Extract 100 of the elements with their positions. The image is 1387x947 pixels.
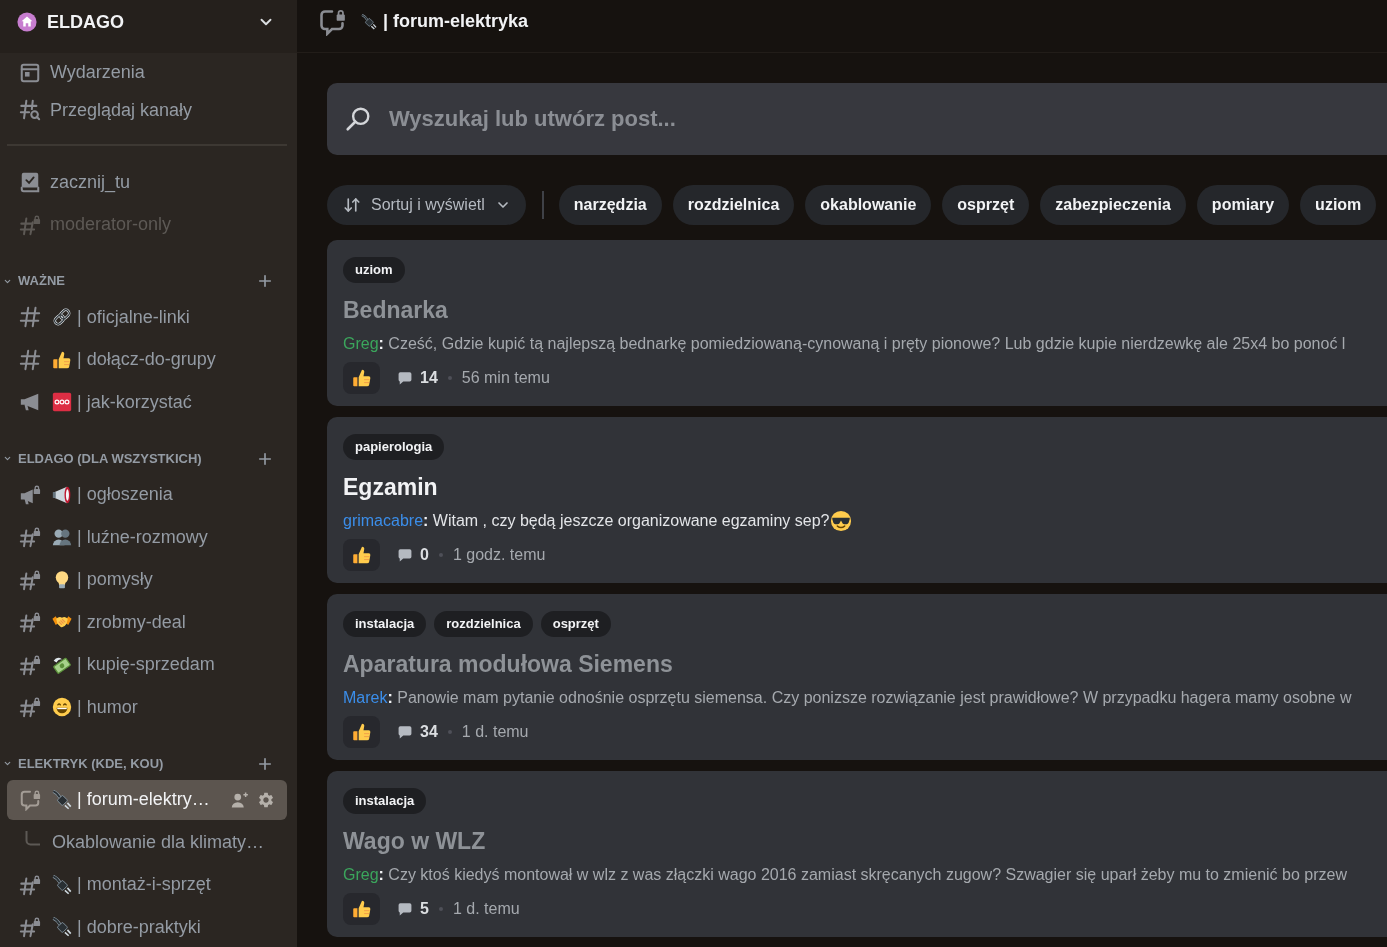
category-header[interactable]: ELEKTRYK (KDE, KOU) [3,753,164,774]
reaction-button[interactable] [343,893,380,925]
grinning-face-icon [52,697,72,718]
post-title: Egzamin [343,473,438,502]
hash-lock-icon [19,526,41,549]
comment-icon [398,371,412,385]
category-header[interactable]: WAŻNE [3,271,65,291]
channel-item[interactable]: | dołącz-do-grupy [7,340,287,380]
thumbs-up-icon [351,899,372,919]
channel-item[interactable]: | zrobmy-deal [7,602,287,642]
sort-button[interactable]: Sortuj i wyświetl [327,185,526,225]
post-card[interactable]: instalacja Wago w WLZ Greg: Czy ktoś kiedyś montował w wlz z was złączki wago 2016 zamiast skręcanych zugow? Szwagier się uparł żeby mu to zmienić bo przew 5 1 d. temu [327,771,1387,937]
plus-icon[interactable] [256,272,274,290]
post-time: 1 godz. temu [452,545,546,565]
sidebar-item[interactable]: Wydarzenia [7,53,287,91]
thread-item[interactable]: Okablowanie dla klimaty… [7,822,287,862]
channel-item[interactable]: | forum-elektry… [7,780,287,820]
hash-lock-icon [19,611,41,634]
hash-search-icon [19,99,41,121]
filter-tag[interactable]: zabezpieczenia [1040,185,1186,225]
thumbs-up-icon [351,545,372,565]
category-header[interactable]: ELDAGO (DLA WSZYSTKICH) [3,448,202,469]
settings-icon[interactable] [257,790,275,809]
post-preview: grimacabre: Witam , czy będą jeszcze organizowane egzaminy sep? [343,509,853,533]
hash-lock-icon [19,568,41,591]
filter-tag[interactable]: pomiary [1196,185,1290,225]
hash-lock-icon [19,653,41,676]
post-time: 1 d. temu [461,722,529,742]
filter-tag[interactable]: rozdzielnica [672,185,795,225]
channel-item[interactable]: | montaż-i-sprzęt [7,865,287,905]
post-time: 1 d. temu [452,899,520,919]
search-icon [345,106,371,132]
add-member-icon[interactable] [231,790,249,809]
house-badge-icon [17,12,37,32]
thread-branch-icon [25,830,40,846]
filter-tag[interactable]: narzędzia [558,185,662,225]
channel-item[interactable]: | ogłoszenia [7,475,287,515]
channel-item[interactable]: | luźne-rozmowy [7,517,287,557]
post-preview: Marek: Panowie mam pytanie odnośnie osprzętu siemensa. Czy ponizsze rozwiązanie jest prawidłowe? W przypadku hagera mamy osobne w [343,686,1352,710]
comment-icon [398,902,412,916]
post-preview: Greg: Czy ktoś kiedyś montował w wlz z was złączki wago 2016 zamiast skręcanych zugow? Szwagier się uparł żeby mu to zmienić bo przew [343,863,1347,887]
post-tag: instalacja [343,611,427,637]
reaction-button[interactable] [343,362,380,394]
channel-item[interactable]: | jak-korzystać [7,382,287,422]
channel-item[interactable]: | pomysły [7,560,287,600]
loudspeaker-icon [52,484,72,505]
post-preview: Greg: Cześć, Gdzie kupić tą najlepszą bednarkę pomiedziowaną-cynowaną i pręty pionowe? Lub gdzie kupie nierdzewkę ale 25x4 bo ponoć l [343,332,1346,356]
post-tag: uziom [343,257,405,283]
author-name[interactable]: Greg [343,863,379,887]
plug-icon [361,13,377,30]
hash-lock-icon [19,696,41,719]
plug-icon [52,789,72,810]
search-field[interactable]: Wyszukaj lub utwórz post... [327,83,1387,155]
calendar-icon [19,61,41,83]
post-tag: papierologia [343,434,445,460]
channel-item[interactable]: | kupię-sprzedam [7,645,287,685]
channel-item[interactable]: | oficjalne-linki [7,297,287,337]
plug-icon [52,874,72,895]
hash-icon [19,306,41,329]
sort-icon [343,196,361,214]
chat-bubble-lock-icon [19,788,41,811]
comment-count: 34 [420,722,438,742]
sidebar-item[interactable]: Przeglądaj kanały [7,91,287,129]
comment-count: 5 [420,899,429,919]
channel-item[interactable]: | humor [7,687,287,727]
chat-bubble-lock-icon [318,7,346,36]
post-card[interactable]: papierologia Egzamin grimacabre: Witam , czy będą jeszcze organizowane egzaminy sep? 0 1 godz. temu [327,417,1387,583]
reaction-button[interactable] [343,539,380,571]
server-header[interactable]: ELDAGO [0,0,297,53]
megaphone-lock-icon [19,483,41,506]
hash-icon [19,348,41,371]
post-card[interactable] [327,594,1387,760]
two-people-icon [52,527,72,548]
post-tag: rozdzielnica [434,611,533,637]
post-title: Wago w WLZ [343,827,486,856]
sunglasses-face-icon [830,510,853,532]
thumbs-up-icon [351,722,372,742]
channel-title: | forum-elektryka [383,10,529,33]
post-title: Bednarka [343,296,448,325]
post-card[interactable]: uziom Bednarka Greg: Cześć, Gdzie kupić tą najlepszą bednarkę pomiedziowaną-cynowaną i pręty pionowe? Lub gdzie kupie nierdzewkę ale 25x4 bo ponoć l 14 56 min temu [327,240,1387,406]
post-time: 56 min temu [461,368,550,388]
comment-count: 0 [420,545,429,565]
thumbs-up-icon [351,368,372,388]
author-name[interactable]: Marek [343,686,388,710]
filter-tag[interactable]: osprzęt [942,185,1030,225]
channel-item[interactable]: zacznij_tu [7,162,287,202]
hash-lock-icon [19,873,41,896]
channel-item[interactable]: | dobre-praktyki [7,907,287,947]
hash-lock-icon [19,916,41,939]
plug-icon [52,917,72,938]
chain-link-icon [52,307,72,328]
thumbs-up-icon [52,349,72,370]
author-name[interactable]: Greg [343,332,379,356]
filter-tag[interactable]: uziom [1300,185,1377,225]
comment-icon [398,725,412,739]
comment-icon [398,548,412,562]
author-name[interactable]: grimacabre [343,509,424,533]
reaction-button[interactable] [343,716,380,748]
post-title: Aparatura modułowa Siemens [343,650,673,679]
filter-tag[interactable]: okablowanie [805,185,932,225]
